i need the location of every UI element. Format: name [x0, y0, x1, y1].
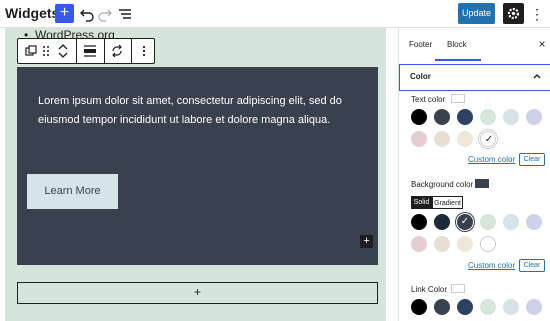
link-color-indicator [451, 284, 465, 293]
color-swatch[interactable] [434, 299, 450, 315]
chevron-up-icon [533, 74, 541, 79]
color-swatch[interactable] [526, 109, 542, 125]
custom-color-link[interactable]: Custom color [468, 261, 515, 270]
solid-segment[interactable]: Solid [411, 196, 432, 209]
color-swatch[interactable] [480, 109, 496, 125]
page-title: Widgets [5, 5, 60, 21]
redo-icon[interactable] [96, 4, 114, 24]
color-swatch[interactable] [434, 214, 450, 230]
color-swatch[interactable] [503, 299, 519, 315]
text-color-indicator [451, 94, 465, 103]
color-swatch[interactable] [526, 214, 542, 230]
add-block-button[interactable]: + [55, 4, 74, 23]
toolbar-divider [76, 39, 77, 63]
inline-add-block-button[interactable]: + [360, 235, 373, 248]
tab-block[interactable]: Block [447, 28, 467, 61]
tab-footer[interactable]: Footer [409, 28, 432, 61]
toolbar-divider [104, 39, 105, 63]
block-appender-button[interactable]: + [17, 282, 378, 304]
color-swatch[interactable] [434, 109, 450, 125]
toolbar-divider [131, 39, 132, 63]
color-swatch[interactable] [411, 109, 427, 125]
more-options-icon[interactable] [134, 41, 154, 61]
color-swatch[interactable] [457, 131, 473, 147]
background-color-label: Background color [411, 180, 474, 189]
color-swatch[interactable] [434, 236, 450, 252]
cover-paragraph[interactable]: Lorem ipsum dolor sit amet, consectetur … [38, 92, 368, 130]
text-color-label: Text color [411, 95, 446, 104]
cover-block[interactable]: Lorem ipsum dolor sit amet, consectetur … [17, 67, 378, 265]
close-icon[interactable]: × [535, 37, 549, 51]
color-swatch[interactable] [480, 236, 496, 252]
block-toolbar [17, 38, 155, 64]
move-up-down-icon[interactable] [53, 41, 73, 61]
list-view-icon[interactable] [116, 4, 134, 24]
color-swatch[interactable] [526, 299, 542, 315]
active-tab-indicator [435, 59, 481, 61]
transform-icon[interactable] [107, 41, 127, 61]
color-swatch[interactable] [411, 131, 427, 147]
more-vertical-icon[interactable]: ⋮ [530, 4, 544, 24]
editor-canvas: WordPress.org Lorem ipsum dolor sit a [0, 28, 398, 321]
color-swatch[interactable] [480, 214, 496, 230]
custom-color-link[interactable]: Custom color [468, 155, 515, 164]
color-swatch[interactable] [457, 109, 473, 125]
learn-more-button[interactable]: Learn More [27, 174, 118, 209]
color-panel-header[interactable]: Color [399, 64, 550, 91]
color-swatch[interactable] [480, 131, 497, 148]
color-swatch[interactable] [480, 299, 496, 315]
color-swatch[interactable] [434, 131, 450, 147]
settings-sidebar: Footer Block × Color Text color Custom c… [398, 28, 550, 321]
color-swatch[interactable] [411, 214, 427, 230]
gradient-segment[interactable]: Gradient [432, 196, 463, 209]
settings-button[interactable] [503, 3, 524, 24]
link-color-label: Link Color [411, 285, 448, 294]
color-swatch[interactable] [457, 214, 473, 230]
plus-icon: + [59, 4, 70, 21]
clear-button[interactable]: Clear [519, 153, 545, 166]
color-swatch[interactable] [457, 299, 473, 315]
panel-title: Color [410, 72, 431, 81]
color-swatch[interactable] [411, 236, 427, 252]
undo-icon[interactable] [78, 4, 96, 24]
color-swatch[interactable] [503, 214, 519, 230]
align-icon[interactable] [80, 41, 100, 61]
color-swatch[interactable] [457, 236, 473, 252]
top-bar: Widgets + Update ⋮ [0, 0, 550, 28]
color-swatch[interactable] [503, 109, 519, 125]
color-swatch[interactable] [411, 299, 427, 315]
background-color-indicator [475, 179, 489, 188]
update-button[interactable]: Update [458, 3, 495, 24]
clear-button[interactable]: Clear [519, 259, 545, 272]
gear-icon [507, 7, 520, 20]
